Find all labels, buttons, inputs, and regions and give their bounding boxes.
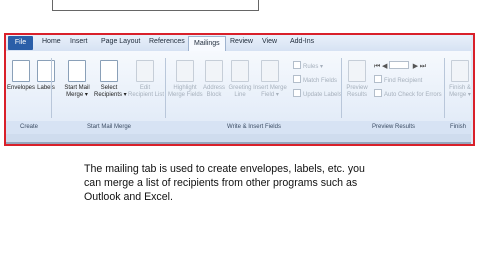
insert-field-icon [261,60,279,82]
match-fields-label: Match Fields [303,78,338,84]
insert-merge-line1: Insert Merge [253,85,287,91]
edit-recipient-line1: Edit [139,85,151,91]
update-labels-label: Update Labels [303,92,342,98]
previous-record-icon[interactable]: ◀ [382,63,387,70]
ruler [6,142,471,144]
preview-icon [348,60,366,82]
tab-file[interactable]: File [8,36,33,50]
insert-merge-line2: Field ▾ [261,92,279,98]
highlight-line1: Highlight [173,85,197,91]
preview-results-button[interactable]: Preview Results [342,60,372,99]
greeting-line1: Greeting [228,85,252,91]
edit-recipient-list-button[interactable]: Edit Recipient List [128,60,165,99]
recipients-icon [100,60,118,82]
record-number-input[interactable] [389,61,410,69]
auto-check-icon [374,89,382,97]
group-write-insert-label: Write & Insert Fields [227,124,281,130]
ribbon-body: Envelopes Labels Start Mail Merge ▾ Sele… [6,51,471,121]
next-record-icon[interactable]: ▶ [413,63,418,70]
highlight-merge-fields-button[interactable]: Highlight Merge Fields [168,60,203,99]
tab-review[interactable]: Review [230,38,253,45]
tab-mailings[interactable]: Mailings [188,36,226,51]
ribbon-tab-row: File Home Insert Page Layout References … [4,35,471,51]
record-navigation: ⏮ ◀ ▶ ⏭ [374,61,426,71]
finish-merge-line1: Finish & [449,85,471,91]
greeting-line-button[interactable]: Greeting Line [227,60,253,99]
labels-button[interactable]: Labels [31,60,61,92]
edit-list-icon [136,60,154,82]
labels-icon [37,60,55,82]
auto-check-label: Auto Check for Errors [384,92,442,98]
finish-merge-button[interactable]: Finish & Merge ▾ [447,60,473,99]
tab-add-ins[interactable]: Add-Ins [290,38,314,45]
find-recipient-label: Find Recipient [384,78,423,84]
update-labels-icon [293,89,301,97]
ribbon-group-labels: Create Start Mail Merge Write & Insert F… [6,121,471,134]
envelope-icon [12,60,30,82]
match-fields-button[interactable]: Match Fields [293,75,337,84]
address-block-icon [205,60,223,82]
tab-insert[interactable]: Insert [70,38,88,45]
tab-view[interactable]: View [262,38,277,45]
start-mail-merge-line1: Start Mail [64,85,90,91]
group-separator [341,58,342,118]
document-top-bar [6,134,471,142]
last-record-icon[interactable]: ⏭ [420,63,426,70]
find-recipient-button[interactable]: Find Recipient [374,75,422,84]
select-recipients-line2: Recipients ▾ [94,92,127,98]
top-frame [52,0,259,11]
preview-line2: Results [346,92,367,98]
address-line2: Block [206,92,222,98]
first-record-icon[interactable]: ⏮ [374,63,380,70]
start-mail-merge-button[interactable]: Start Mail Merge ▾ [62,60,92,99]
highlight-line2: Merge Fields [168,92,203,98]
tab-page-layout[interactable]: Page Layout [101,38,140,45]
update-labels-button[interactable]: Update Labels [293,89,342,98]
tab-home[interactable]: Home [42,38,61,45]
labels-label: Labels [37,85,55,91]
group-separator [444,58,445,118]
rules-label: Rules ▾ [303,64,324,70]
group-separator [165,58,166,118]
highlight-icon [176,60,194,82]
mail-merge-icon [68,60,86,82]
start-mail-merge-line2: Merge ▾ [66,92,88,98]
tab-references[interactable]: References [149,38,185,45]
preview-line1: Preview [346,85,368,91]
select-recipients-line1: Select [100,85,118,91]
rules-icon [293,61,301,69]
select-recipients-button[interactable]: Select Recipients ▾ [94,60,127,99]
rules-button[interactable]: Rules ▾ [293,61,323,70]
edit-recipient-line2: Recipient List [128,92,165,98]
caption-text: The mailing tab is used to create envelo… [84,163,365,203]
group-preview-results-label: Preview Results [371,124,415,130]
find-recipient-icon [374,75,382,83]
greeting-line2: Line [234,92,246,98]
greeting-line-icon [231,60,249,82]
address-block-button[interactable]: Address Block [202,60,226,99]
finish-merge-line2: Merge ▾ [449,92,471,98]
finish-merge-icon [451,60,469,82]
group-finish-label: Finish [449,124,466,130]
insert-merge-field-button[interactable]: Insert Merge Field ▾ [253,60,287,99]
group-separator [51,58,52,118]
auto-check-errors-button[interactable]: Auto Check for Errors [374,89,442,98]
group-start-mail-merge-label: Start Mail Merge [86,124,131,130]
group-create-label: Create [19,124,38,130]
match-fields-icon [293,75,301,83]
address-line1: Address [202,85,225,91]
